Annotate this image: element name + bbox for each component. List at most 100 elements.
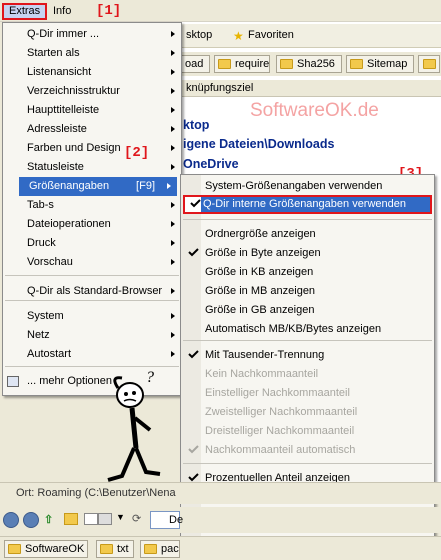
background-tabs: oad require Sha256 Sitemap (180, 52, 441, 76)
submenu-arrow-icon (171, 88, 175, 94)
menu-separator (5, 366, 179, 367)
menu-item[interactable]: Farben und Design (3, 139, 181, 158)
menu-shortcut: [F9] (136, 180, 155, 192)
watermark-brand: SoftwareOK.de (250, 100, 379, 121)
menu-item-label: Dateioperationen (27, 218, 111, 230)
menu-item[interactable]: Adressleiste (3, 120, 181, 139)
background-toolbar: sktop ★ Favoriten (180, 24, 441, 48)
submenu-item[interactable]: Kein Nachkommaanteil (181, 365, 434, 384)
submenu-item[interactable]: Größe in Byte anzeigen (181, 244, 434, 263)
tab-download[interactable]: oad (180, 55, 210, 73)
view-icon[interactable] (84, 513, 98, 525)
submenu-arrow-icon (171, 288, 175, 294)
menu-item[interactable]: Statusleiste (3, 158, 181, 177)
list-item[interactable]: igene Dateien\Downloads (183, 137, 334, 151)
tab-require[interactable]: require (214, 55, 270, 73)
menu-separator (183, 340, 432, 341)
menu-item[interactable]: Starten als (3, 44, 181, 63)
submenu-item-label: System-Größenangaben verwenden (205, 180, 383, 192)
menu-item-label: Adressleiste (27, 123, 87, 135)
submenu-arrow-icon (171, 221, 175, 227)
submenu-item[interactable]: System-Größenangaben verwenden (181, 177, 434, 196)
menu-item-label: Druck (27, 237, 56, 249)
submenu-item[interactable]: Nachkommaanteil automatisch (181, 441, 434, 460)
submenu-item-label: Automatisch MB/KB/Bytes anzeigen (205, 323, 382, 335)
submenu-item[interactable]: Dreistelliger Nachkommaanteil (181, 422, 434, 441)
menu-separator (183, 463, 432, 464)
folder-icon (350, 59, 363, 69)
menu-item-label: Q-Dir als Standard-Browser (27, 285, 163, 297)
submenu-item[interactable]: Q-Dir interne Größenangaben verwenden (183, 195, 432, 214)
folder-icon (218, 59, 231, 69)
submenu-item-label: Größe in GB anzeigen (205, 304, 315, 316)
submenu-arrow-icon (171, 351, 175, 357)
submenu-arrow-icon (171, 259, 175, 265)
task-txt[interactable]: txt (96, 540, 134, 558)
checkmark-icon (188, 473, 199, 482)
forward-icon[interactable] (23, 512, 39, 528)
menu-item[interactable]: Netz (3, 326, 181, 345)
refresh-icon[interactable]: ⟳ (132, 512, 141, 525)
menu-item[interactable]: Verzeichnisstruktur (3, 82, 181, 101)
menu-item[interactable]: Q-Dir immer ... (3, 25, 181, 44)
toolbar-desktop[interactable]: sktop (186, 29, 212, 41)
back-icon[interactable] (3, 512, 19, 528)
menu-extras[interactable]: Extras (2, 3, 48, 20)
chevron-down-icon[interactable]: ▼ (116, 512, 125, 522)
submenu-item[interactable]: Automatisch MB/KB/Bytes anzeigen (181, 320, 434, 339)
menu-separator (5, 300, 179, 301)
submenu-arrow-icon (171, 332, 175, 338)
submenu-arrow-icon (167, 183, 171, 189)
toolbar-favorites[interactable]: Favoriten (248, 29, 294, 41)
menu-info[interactable]: Info (48, 3, 76, 20)
menu-item[interactable]: Haupttitelleiste (3, 101, 181, 120)
submenu-arrow-icon (171, 145, 175, 151)
submenu-item[interactable]: Mit Tausender-Trennung (181, 346, 434, 365)
submenu-item[interactable]: Ordnergröße anzeigen (181, 225, 434, 244)
status-bar: Ort: Roaming (C:\Benutzer\Nena (0, 482, 441, 504)
tab-sha256[interactable]: Sha256 (276, 55, 342, 73)
menu-separator (5, 275, 179, 276)
menu-item[interactable]: Q-Dir als Standard-Browser (3, 282, 181, 301)
submenu-item[interactable]: Größe in MB anzeigen (181, 282, 434, 301)
folder-icon (280, 59, 293, 69)
menu-item[interactable]: Druck (3, 234, 181, 253)
folder-icon (144, 544, 157, 554)
submenu-item-label: Einstelliger Nachkommaanteil (205, 387, 350, 399)
submenu-item-label: Größe in MB anzeigen (205, 285, 316, 297)
column-header[interactable]: knüpfungsziel (180, 80, 441, 97)
grid-icon[interactable] (98, 513, 112, 525)
menu-item[interactable]: Dateioperationen (3, 215, 181, 234)
task-pac[interactable]: pac (140, 540, 180, 558)
menu-item[interactable]: Tab-s (3, 196, 181, 215)
checkmark-icon (190, 199, 201, 208)
list-item[interactable]: OneDrive (183, 157, 239, 171)
submenu-item[interactable]: Größe in GB anzeigen (181, 301, 434, 320)
menu-item-label: System (27, 310, 64, 322)
tab-more[interactable] (418, 55, 440, 73)
menu-item-label: Statusleiste (27, 161, 84, 173)
tab-sitemap[interactable]: Sitemap (346, 55, 414, 73)
submenu-item[interactable]: Zweistelliger Nachkommaanteil (181, 403, 434, 422)
task-label: txt (117, 543, 129, 555)
extras-menu: Q-Dir immer ... Starten als Listenansicht V… (2, 22, 182, 396)
menu-item[interactable]: Größenangaben [F9] (19, 177, 177, 196)
up-icon[interactable]: ⇧ (44, 513, 53, 526)
submenu-item[interactable]: Einstelliger Nachkommaanteil (181, 384, 434, 403)
submenu-item-label: Q-Dir interne Größenangaben verwenden (203, 198, 407, 210)
list-item[interactable]: ktop (183, 118, 209, 132)
annotation-1: [1] (96, 3, 122, 19)
menu-item[interactable]: Listenansicht (3, 63, 181, 82)
folder-icon[interactable] (64, 513, 78, 525)
address-text: De (169, 514, 184, 526)
task-softwareok[interactable]: SoftwareOK (4, 540, 88, 558)
menu-item[interactable]: Autostart (3, 345, 181, 364)
submenu-arrow-icon (171, 313, 175, 319)
submenu-arrow-icon (171, 50, 175, 56)
menu-item[interactable]: Vorschau (3, 253, 181, 272)
menu-bar: Extras Info [1] (0, 0, 441, 22)
checkmark-icon (188, 445, 199, 454)
address-box[interactable]: De (150, 511, 184, 529)
submenu-item[interactable]: Größe in KB anzeigen (181, 263, 434, 282)
menu-item[interactable]: System (3, 307, 181, 326)
